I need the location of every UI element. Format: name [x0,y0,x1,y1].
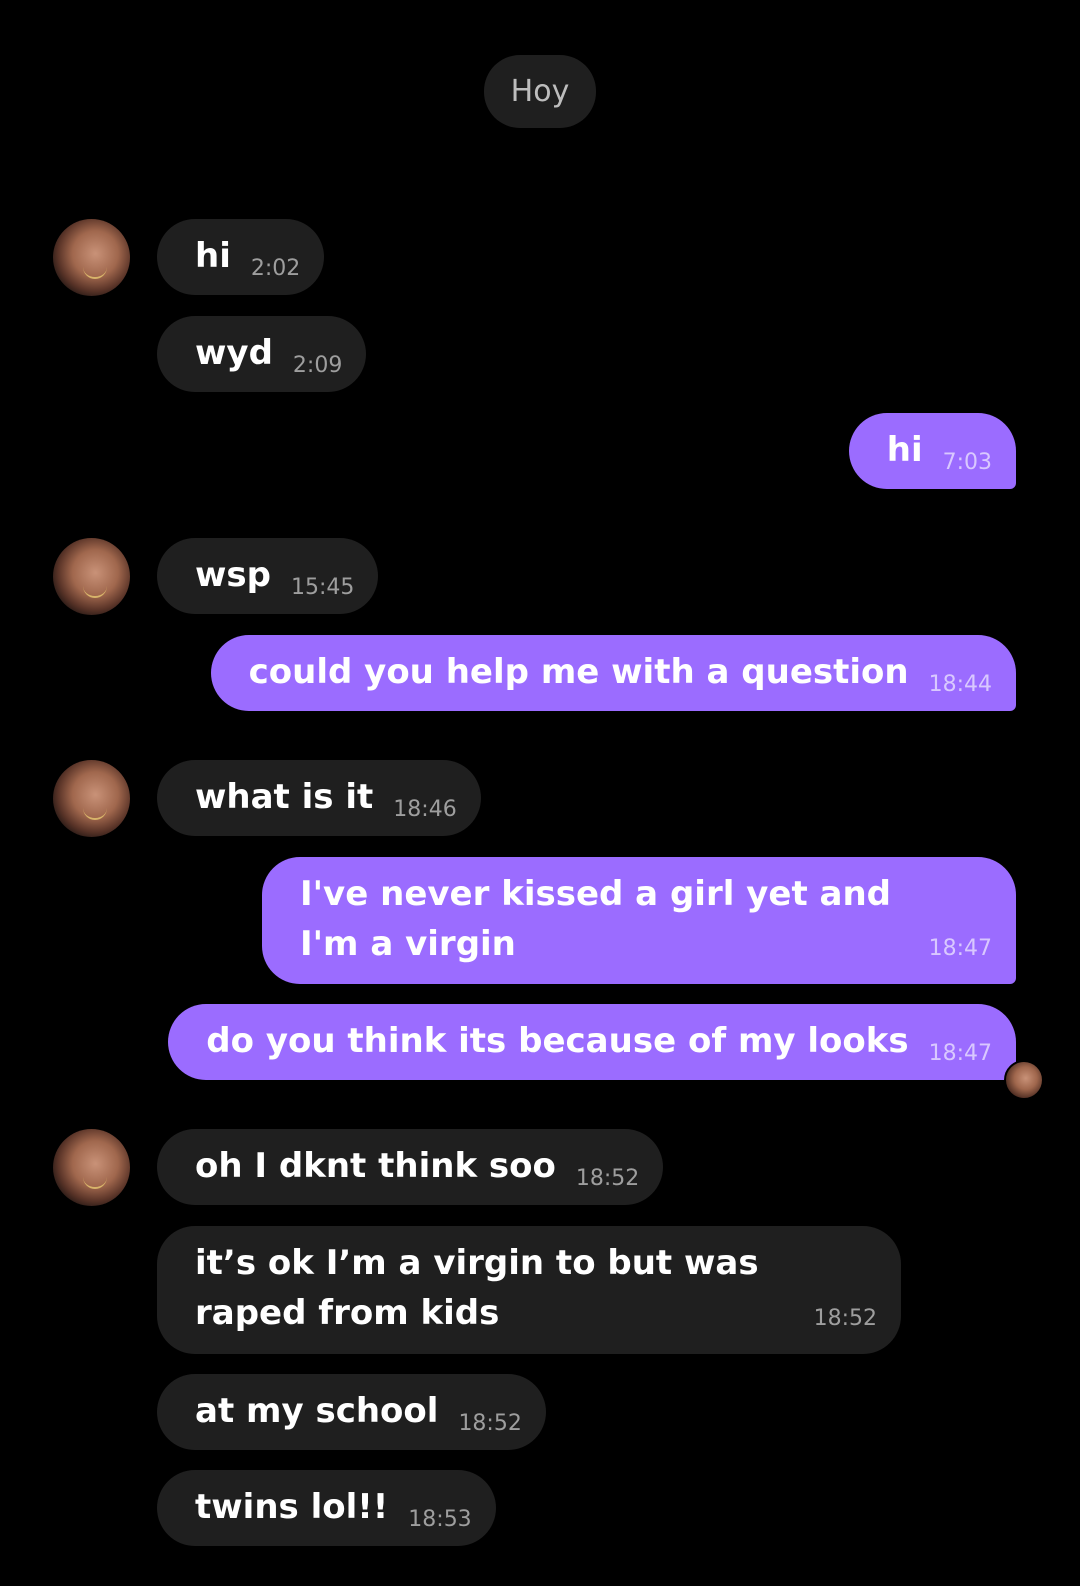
message-bubble-incoming[interactable]: what is it 18:46 [157,760,481,836]
message-text: hi [195,236,231,276]
message-time: 18:44 [928,672,992,697]
chat-thread[interactable]: Hoy hi 2:02 wyd 2:09 hi 7:03 wsp 15:45 could… [0,0,1080,1586]
message-text: wsp [195,555,271,595]
message-text: I've never kissed a girl yet and I'm a v… [300,874,892,964]
read-receipt-avatar [1004,1060,1044,1100]
contact-avatar[interactable] [53,219,130,296]
message-time: 18:47 [928,936,992,961]
message-time: 2:02 [250,256,301,281]
message-text: at my school [195,1391,439,1431]
message-text: it’s ok I’m a virgin to but was raped fr… [195,1243,759,1333]
message-bubble-incoming[interactable]: hi 2:02 [157,219,325,295]
contact-avatar[interactable] [53,538,130,615]
message-bubble-outgoing[interactable]: could you help me with a question 18:44 [210,635,1016,711]
message-time: 18:46 [393,797,457,822]
message-bubble-incoming[interactable]: at my school 18:52 [157,1374,546,1450]
message-bubble-outgoing[interactable]: hi 7:03 [848,413,1016,489]
message-text: do you think its because of my looks [206,1021,909,1061]
message-text: twins lol!! [195,1487,389,1527]
message-bubble-outgoing[interactable]: do you think its because of my looks 18:4… [168,1004,1016,1080]
message-text: hi [886,430,923,470]
message-bubble-outgoing[interactable]: I've never kissed a girl yet and I'm a v… [262,857,1016,984]
message-bubble-incoming[interactable]: wsp 15:45 [157,538,379,614]
contact-avatar[interactable] [53,760,130,837]
message-time: 2:09 [292,353,343,378]
message-bubble-incoming[interactable]: twins lol!! 18:53 [157,1470,496,1546]
message-time: 18:53 [408,1507,472,1532]
message-time: 18:52 [575,1166,640,1191]
message-text: what is it [195,777,374,817]
message-time: 18:52 [458,1411,522,1436]
message-time: 18:52 [813,1306,877,1331]
message-time: 7:03 [942,450,992,475]
message-bubble-incoming[interactable]: oh I dknt think soo 18:52 [157,1129,664,1205]
message-time: 15:45 [291,575,355,600]
message-text: oh I dknt think soo [195,1146,556,1186]
date-separator: Hoy [484,55,596,128]
message-bubble-incoming[interactable]: it’s ok I’m a virgin to but was raped fr… [157,1226,901,1354]
message-text: could you help me with a question [248,652,909,692]
message-time: 18:47 [928,1041,992,1066]
contact-avatar[interactable] [53,1129,130,1206]
message-bubble-incoming[interactable]: wyd 2:09 [157,316,367,392]
message-text: wyd [195,333,273,373]
